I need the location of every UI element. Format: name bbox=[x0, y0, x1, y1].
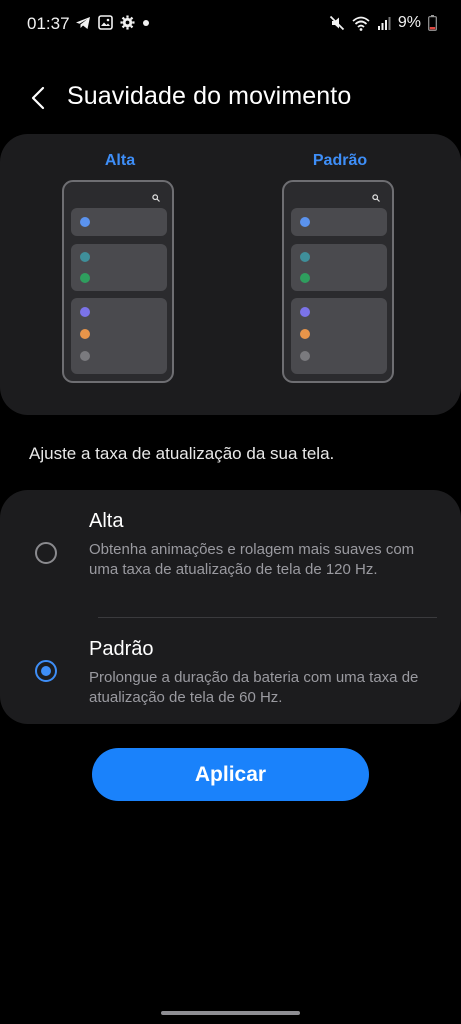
preview-list-block bbox=[291, 208, 387, 236]
option-high[interactable]: Alta Obtenha animações e rolagem mais su… bbox=[0, 510, 461, 610]
signal-icon bbox=[377, 16, 391, 30]
motion-preview-card: Alta Padrão bbox=[0, 134, 461, 415]
preview-high: Alta bbox=[60, 152, 180, 383]
navigation-handle[interactable] bbox=[161, 1011, 300, 1015]
option-description-high: Obtenha animações e rolagem mais suaves … bbox=[89, 541, 415, 578]
option-description-standard: Prolongue a duração da bateria com uma t… bbox=[89, 669, 419, 706]
gray-dot-icon bbox=[80, 351, 90, 361]
preview-standard: Padrão bbox=[280, 152, 400, 383]
option-standard[interactable]: Padrão Prolongue a duração da bateria co… bbox=[0, 638, 461, 718]
apply-button[interactable]: Aplicar bbox=[92, 748, 369, 801]
phone-preview-high bbox=[62, 180, 174, 383]
radio-button-standard[interactable] bbox=[35, 660, 57, 682]
settings-icon bbox=[120, 15, 135, 30]
search-icon bbox=[152, 194, 160, 202]
preview-list-block bbox=[291, 298, 387, 374]
preview-list-block bbox=[71, 298, 167, 374]
teal-dot-icon bbox=[80, 252, 90, 262]
blue-dot-icon bbox=[80, 217, 90, 227]
purple-dot-icon bbox=[300, 307, 310, 317]
refresh-rate-options: Alta Obtenha animações e rolagem mais su… bbox=[0, 490, 461, 724]
preview-list-block bbox=[71, 244, 167, 291]
green-dot-icon bbox=[80, 273, 90, 283]
option-title-high: Alta bbox=[89, 510, 124, 532]
divider bbox=[98, 617, 437, 618]
blue-dot-icon bbox=[300, 217, 310, 227]
orange-dot-icon bbox=[300, 329, 310, 339]
wifi-icon bbox=[352, 16, 370, 31]
gallery-icon bbox=[98, 15, 113, 30]
preview-label-standard: Padrão bbox=[312, 152, 368, 169]
status-bar: 01:37 9% bbox=[0, 0, 461, 50]
header: Suavidade do movimento bbox=[0, 76, 461, 120]
phone-preview-standard bbox=[282, 180, 394, 383]
battery-percentage: 9% bbox=[397, 14, 421, 31]
mute-icon bbox=[329, 15, 345, 31]
status-left-icons bbox=[75, 15, 150, 30]
search-icon bbox=[372, 194, 380, 202]
purple-dot-icon bbox=[80, 307, 90, 317]
page-title: Suavidade do movimento bbox=[67, 82, 352, 110]
instruction-text: Ajuste a taxa de atualização da sua tela… bbox=[29, 444, 335, 463]
orange-dot-icon bbox=[80, 329, 90, 339]
preview-list-block bbox=[71, 208, 167, 236]
radio-button-high[interactable] bbox=[35, 542, 57, 564]
back-button[interactable] bbox=[22, 82, 54, 114]
preview-list-block bbox=[291, 244, 387, 291]
teal-dot-icon bbox=[300, 252, 310, 262]
chevron-left-icon bbox=[31, 86, 45, 110]
preview-label-high: Alta bbox=[104, 152, 136, 169]
telegram-icon bbox=[75, 16, 91, 30]
battery-icon bbox=[428, 15, 437, 31]
green-dot-icon bbox=[300, 273, 310, 283]
status-right-icons: 9% bbox=[329, 14, 437, 32]
notification-dot-icon bbox=[142, 19, 150, 27]
option-title-standard: Padrão bbox=[89, 638, 154, 660]
gray-dot-icon bbox=[300, 351, 310, 361]
status-time: 01:37 bbox=[27, 14, 70, 33]
